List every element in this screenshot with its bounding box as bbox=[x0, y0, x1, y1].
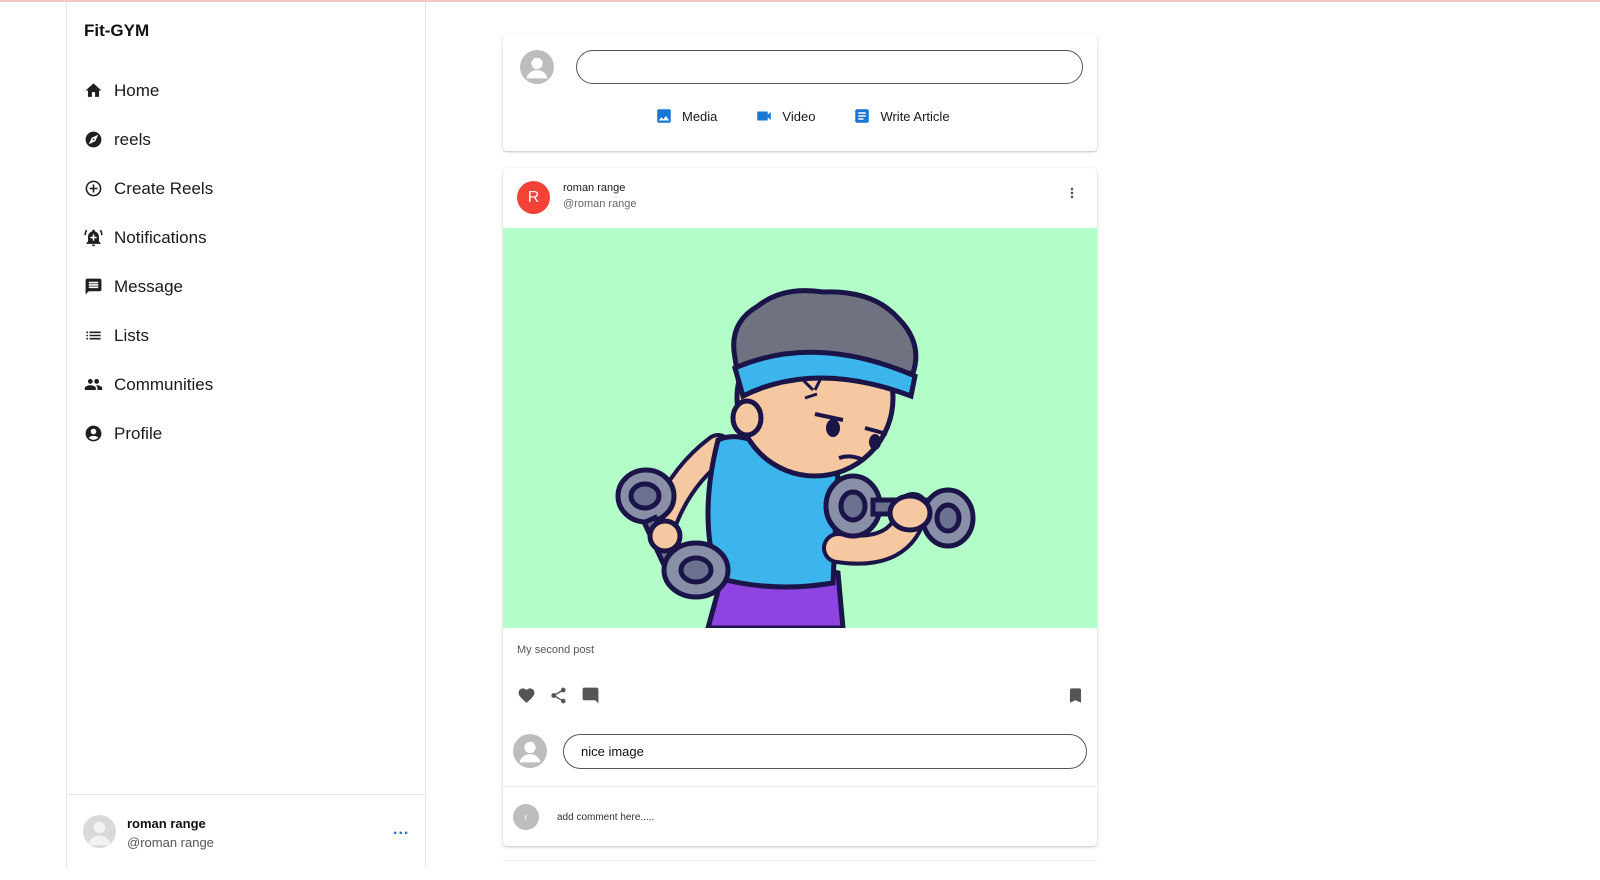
sidebar-item-label: reels bbox=[114, 129, 151, 149]
write-article-label: Write Article bbox=[880, 108, 950, 124]
share-icon[interactable] bbox=[549, 686, 568, 705]
comment-input[interactable] bbox=[563, 734, 1087, 769]
heart-icon[interactable] bbox=[517, 686, 536, 705]
sidebar-item-label: Communities bbox=[114, 374, 214, 394]
sidebar-account[interactable]: roman range @roman range ... bbox=[67, 794, 425, 867]
post-input[interactable] bbox=[576, 50, 1083, 84]
sidebar-item-home[interactable]: Home bbox=[84, 66, 213, 115]
sidebar-item-create-reels[interactable]: Create Reels bbox=[84, 164, 213, 213]
sidebar-nav: Home reels Create Reels Notifications Me… bbox=[84, 66, 213, 458]
sidebar: Fit-GYM Home reels Create Reels Notifica… bbox=[66, 2, 426, 867]
more-options-button[interactable]: ... bbox=[393, 821, 409, 839]
people-icon bbox=[84, 378, 103, 391]
comment-avatar: r bbox=[513, 804, 539, 830]
avatar bbox=[83, 815, 116, 848]
sidebar-item-label: Lists bbox=[114, 325, 149, 345]
post-author-handle: @roman range bbox=[563, 198, 637, 210]
sidebar-item-label: Create Reels bbox=[114, 178, 214, 198]
sidebar-item-label: Message bbox=[114, 276, 183, 296]
gym-boy-illustration bbox=[615, 288, 976, 628]
add-circle-icon bbox=[85, 180, 102, 197]
sidebar-item-notifications[interactable]: Notifications bbox=[84, 213, 213, 262]
avatar bbox=[513, 734, 547, 768]
account-handle: @roman range bbox=[127, 835, 214, 850]
image-icon bbox=[657, 109, 671, 123]
home-icon bbox=[85, 83, 102, 97]
sidebar-item-label: Profile bbox=[114, 423, 163, 443]
brand-title: Fit-GYM bbox=[84, 21, 150, 40]
article-icon bbox=[855, 109, 870, 123]
post-caption: My second post bbox=[517, 644, 595, 656]
next-post-card bbox=[503, 860, 1097, 880]
composer-actions: Media Video Write Article bbox=[655, 107, 988, 125]
account-name: roman range bbox=[127, 816, 206, 831]
divider bbox=[503, 786, 1097, 787]
sidebar-item-reels[interactable]: reels bbox=[84, 115, 213, 164]
videocam-icon bbox=[757, 111, 772, 121]
bookmark-icon[interactable] bbox=[1066, 686, 1085, 705]
post-composer: Media Video Write Article bbox=[503, 34, 1097, 151]
sidebar-item-lists[interactable]: Lists bbox=[84, 311, 213, 360]
message-icon bbox=[85, 278, 102, 295]
post-author-name[interactable]: roman range bbox=[563, 182, 625, 194]
post-card: R roman range @roman range My second pos… bbox=[503, 168, 1097, 846]
sidebar-item-label: Notifications bbox=[114, 227, 207, 247]
sidebar-item-label: Home bbox=[114, 80, 160, 100]
avatar bbox=[520, 50, 554, 84]
post-image[interactable] bbox=[503, 228, 1097, 628]
comment-icon[interactable] bbox=[581, 686, 600, 705]
media-label: Media bbox=[682, 108, 718, 124]
sidebar-item-profile[interactable]: Profile bbox=[84, 409, 213, 458]
more-vert-icon[interactable] bbox=[1064, 184, 1080, 202]
write-article-button[interactable]: Write Article bbox=[853, 107, 950, 125]
sidebar-item-communities[interactable]: Communities bbox=[84, 360, 213, 409]
post-actions bbox=[517, 686, 613, 705]
comment-text: add comment here..... bbox=[557, 812, 655, 823]
bell-icon bbox=[84, 229, 103, 247]
compass-icon bbox=[85, 131, 102, 148]
video-button[interactable]: Video bbox=[755, 107, 815, 125]
list-icon bbox=[86, 331, 101, 340]
video-label: Video bbox=[782, 108, 816, 124]
media-button[interactable]: Media bbox=[655, 107, 717, 125]
author-avatar[interactable]: R bbox=[517, 181, 550, 214]
sidebar-item-message[interactable]: Message bbox=[84, 262, 213, 311]
account-circle-icon bbox=[85, 425, 102, 442]
